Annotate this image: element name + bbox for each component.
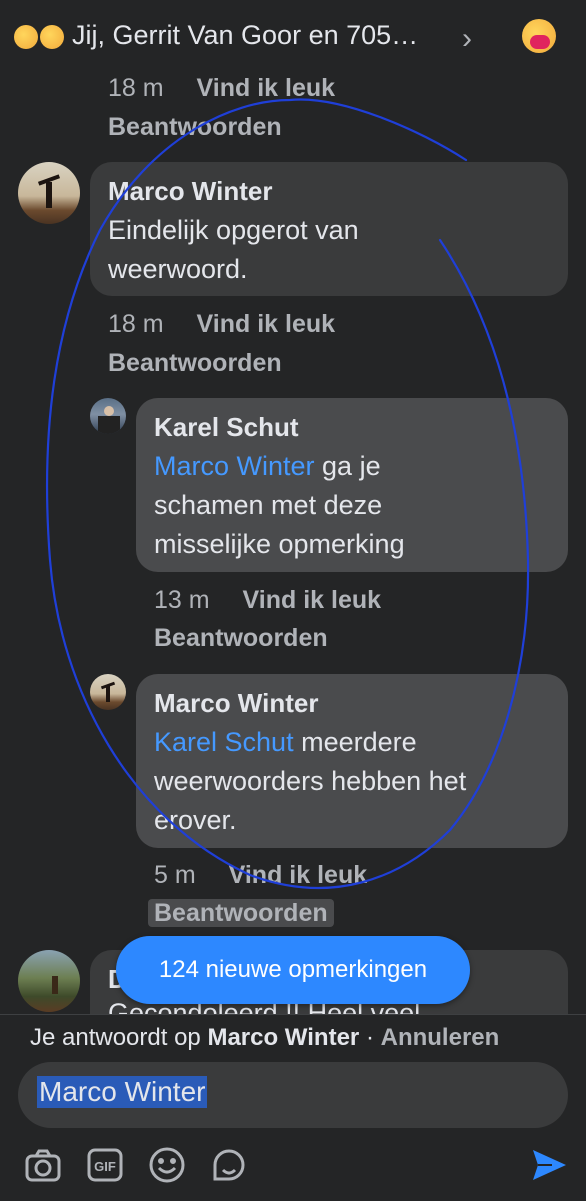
comment-text: Eindelijk opgerot van weerwoord. [108, 215, 359, 284]
separator: · [365, 1024, 374, 1051]
replying-banner: Je antwoordt op Marco Winter · Annuleren [30, 1024, 499, 1052]
chevron-right-icon[interactable]: › [462, 22, 472, 56]
mention-link[interactable]: Marco Winter [154, 451, 315, 481]
send-icon[interactable] [530, 1146, 568, 1184]
mention-link[interactable]: Karel Schut [154, 727, 294, 757]
comment-time: 18 m [108, 310, 164, 338]
reply-button[interactable]: Beantwoorden [108, 349, 282, 378]
comment-text: Marco Winter ga je schamen met deze miss… [154, 447, 464, 564]
reply-button[interactable]: Beantwoorden [154, 624, 328, 653]
comment-meta: 18 m Vind ik leuk [108, 74, 335, 103]
reactions-summary[interactable]: Jij, Gerrit Van Goor en 705… [72, 20, 418, 51]
like-button[interactable]: Vind ik leuk [197, 310, 335, 338]
love-face-emoji-icon [14, 25, 38, 49]
replying-to-name: Marco Winter [207, 1024, 360, 1051]
avatar[interactable] [18, 162, 80, 224]
care-reaction-icon[interactable] [522, 19, 556, 53]
svg-text:GIF: GIF [94, 1159, 116, 1174]
gif-icon[interactable]: GIF [86, 1146, 124, 1184]
comment-author[interactable]: Marco Winter [154, 688, 318, 719]
comment-meta: 5 m Vind ik leuk [154, 861, 367, 890]
comment-text: Karel Schut meerdere weerwoorders hebben… [154, 723, 534, 840]
reply-button[interactable]: Beantwoorden [148, 899, 334, 927]
emoji-icon[interactable] [148, 1146, 186, 1184]
comment-time: 5 m [154, 861, 196, 889]
new-comments-button[interactable]: 124 nieuwe opmerkingen [116, 936, 470, 1004]
comment-author[interactable]: Karel Schut [154, 412, 299, 443]
cancel-reply-button[interactable]: Annuleren [381, 1024, 500, 1051]
comment-time: 18 m [108, 74, 164, 102]
replying-prefix: Je antwoordt op [30, 1024, 201, 1051]
comment-author[interactable]: Marco Winter [108, 176, 272, 207]
comment-input-value[interactable]: Marco Winter [37, 1076, 208, 1108]
comment-meta: 13 m Vind ik leuk [154, 586, 381, 615]
like-button[interactable]: Vind ik leuk [197, 74, 335, 102]
reply-button[interactable]: Beantwoorden [108, 113, 282, 142]
like-button[interactable]: Vind ik leuk [229, 861, 367, 889]
header: Jij, Gerrit Van Goor en 705… › [0, 0, 586, 76]
like-button[interactable]: Vind ik leuk [243, 586, 381, 614]
avatar[interactable] [18, 950, 80, 1012]
avatar[interactable] [90, 674, 126, 710]
sad-face-emoji-icon [40, 25, 64, 49]
camera-icon[interactable] [24, 1146, 62, 1184]
avatar[interactable] [90, 398, 126, 434]
comment-meta: 18 m Vind ik leuk [108, 310, 335, 339]
comment-time: 13 m [154, 586, 210, 614]
sticker-icon[interactable] [210, 1146, 248, 1184]
